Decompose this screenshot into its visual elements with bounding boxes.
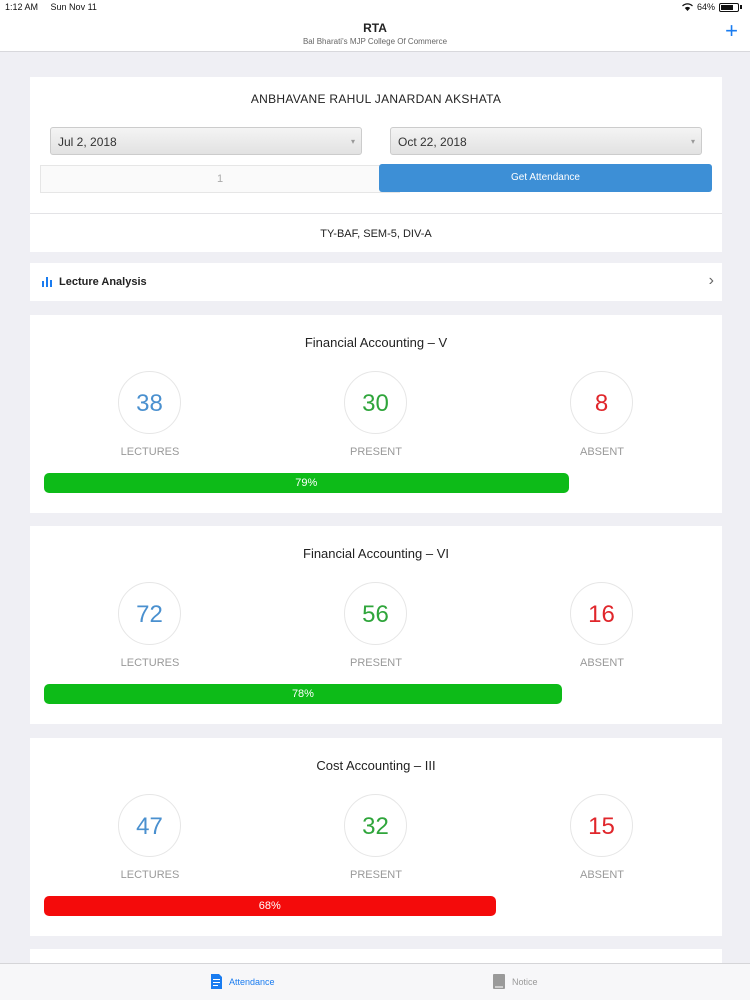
subject-title: Cost Accounting – III [316,758,436,773]
subject-card: Cost Accounting – III 47 32 15 LECTURES … [30,738,722,936]
chevron-down-icon: ▾ [690,137,695,146]
battery-percent: 64% [696,2,715,12]
app-title: RTA [363,21,387,35]
subject-card: Financial Accounting – VI 72 56 16 LECTU… [30,526,722,724]
attendance-progress: 79% [44,473,708,493]
battery-icon [719,2,739,12]
absent-count: 16 [570,582,633,645]
present-label: PRESENT [350,446,402,458]
attendance-progress: 68% [44,896,708,916]
from-date-value: Jul 2, 2018 [58,135,117,149]
student-name: ANBHAVANE RAHUL JANARDAN AKSHATA [250,92,502,106]
tab-notice[interactable]: Notice [492,973,538,990]
subject-title: Financial Accounting – VI [303,546,449,561]
to-date-value: Oct 22, 2018 [398,135,467,149]
lecture-analysis-row[interactable]: Lecture Analysis › [30,263,722,301]
lectures-count: 47 [118,794,181,857]
subject-card: Financial Accounting – V 38 30 8 LECTURE… [30,315,722,513]
absent-label: ABSENT [579,657,624,669]
absent-label: ABSENT [579,446,624,458]
present-count: 30 [344,371,407,434]
tab-attendance-label: Attendance [229,976,275,987]
count-input[interactable]: 1 [40,165,400,193]
present-label: PRESENT [350,657,402,669]
present-count: 56 [344,582,407,645]
attendance-progress-fill: 79% [44,473,569,493]
lectures-label: LECTURES [120,446,180,458]
attendance-progress-fill: 78% [44,684,562,704]
class-info: TY-BAF, SEM-5, DIV-A [320,228,432,240]
chevron-right-icon: › [708,272,714,289]
absent-count: 15 [570,794,633,857]
lectures-count: 38 [118,371,181,434]
wifi-icon [682,3,693,11]
attendance-progress-fill: 68% [44,896,496,916]
lectures-label: LECTURES [120,869,180,881]
subject-title: Financial Accounting – V [304,335,448,350]
document-icon [211,974,222,989]
tab-attendance[interactable]: Attendance [210,973,275,990]
status-date: Sun Nov 11 [50,2,97,12]
absent-label: ABSENT [579,869,624,881]
lectures-count: 72 [118,582,181,645]
lectures-label: LECTURES [120,657,180,669]
divider [30,213,722,214]
present-label: PRESENT [350,869,402,881]
status-time: 1:12 AM [5,2,39,12]
attendance-progress: 78% [44,684,708,704]
student-card: ANBHAVANE RAHUL JANARDAN AKSHATA Jul 2, … [30,77,722,252]
tab-bar: Attendance Notice [0,963,750,1000]
from-date-picker[interactable]: Jul 2, 2018 ▾ [50,127,362,155]
lecture-analysis-label: Lecture Analysis [59,276,147,288]
navigation-bar: RTA Bal Bharati's MJP College Of Commerc… [0,14,750,52]
get-attendance-button[interactable]: Get Attendance [379,164,712,192]
present-count: 32 [344,794,407,857]
plus-icon[interactable]: + [725,20,738,42]
tab-notice-label: Notice [512,976,538,987]
notice-icon [493,974,505,989]
absent-count: 8 [570,371,633,434]
bar-chart-icon [42,277,52,287]
to-date-picker[interactable]: Oct 22, 2018 ▾ [390,127,702,155]
chevron-down-icon: ▾ [350,137,355,146]
status-bar: 1:12 AM Sun Nov 11 64% [0,0,750,14]
college-subtitle: Bal Bharati's MJP College Of Commerce [302,37,448,46]
